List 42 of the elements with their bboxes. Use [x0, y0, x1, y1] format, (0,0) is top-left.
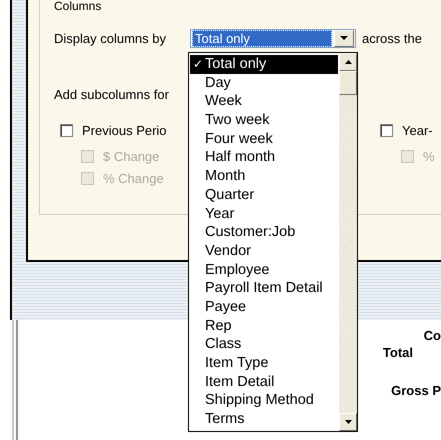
dropdown-option[interactable]: ✓Total only: [190, 55, 338, 74]
dropdown-option[interactable]: Two week: [190, 111, 338, 130]
dropdown-option[interactable]: Rep: [190, 316, 338, 336]
down-arrow-icon: [344, 420, 352, 424]
dropdown-option[interactable]: Terms: [190, 410, 338, 429]
dropdown-option[interactable]: Four week: [190, 130, 338, 148]
scroll-up-button[interactable]: [339, 53, 357, 71]
checkbox-label: Year-: [402, 122, 433, 138]
checkbox[interactable]: [380, 124, 393, 136]
dropdown-option[interactable]: Item Detail: [190, 372, 338, 392]
dropdown-option[interactable]: Vendor: [190, 242, 338, 261]
checkbox-label: Previous Perio: [82, 122, 167, 138]
dropdown-option[interactable]: Customer:Job: [190, 223, 338, 242]
dropdown-option[interactable]: Payee: [190, 298, 338, 317]
dropdown-field[interactable]: Total only: [190, 28, 356, 48]
scroll-down-button[interactable]: [339, 413, 357, 431]
check-mark: ✓: [193, 56, 203, 73]
scrollbar[interactable]: [339, 53, 357, 431]
up-arrow-icon: [344, 60, 352, 64]
dropdown-option[interactable]: Employee: [190, 260, 338, 280]
dropdown-option[interactable]: Year: [190, 204, 338, 224]
report-label: Total: [382, 345, 413, 362]
dropdown-option[interactable]: Month: [190, 167, 338, 186]
dropdown-option[interactable]: Half month: [190, 148, 338, 168]
report-label: Gross P: [391, 383, 441, 400]
dropdown-option[interactable]: Class: [190, 335, 338, 354]
section-label: Add subcolumns for: [54, 87, 169, 104]
report-label: Co: [424, 328, 441, 345]
dropdown-option[interactable]: Quarter: [190, 186, 338, 204]
group-title: Columns: [54, 0, 102, 15]
dropdown-option[interactable]: Payroll Item Detail: [190, 279, 338, 298]
checkbox-label: $ Change: [103, 148, 160, 164]
dropdown-option[interactable]: Week: [190, 92, 338, 112]
dropdown-option[interactable]: Shipping Method: [190, 391, 338, 410]
dropdown-option[interactable]: Item Type: [190, 354, 338, 373]
scroll-thumb[interactable]: [339, 71, 357, 95]
checkbox-label: %: [423, 148, 435, 164]
field-label: across the: [362, 30, 422, 46]
dropdown-option[interactable]: Day: [190, 74, 338, 92]
checkbox[interactable]: [60, 124, 73, 136]
field-label: Display columns by: [54, 30, 167, 46]
checkbox-label: % Change: [103, 170, 164, 186]
